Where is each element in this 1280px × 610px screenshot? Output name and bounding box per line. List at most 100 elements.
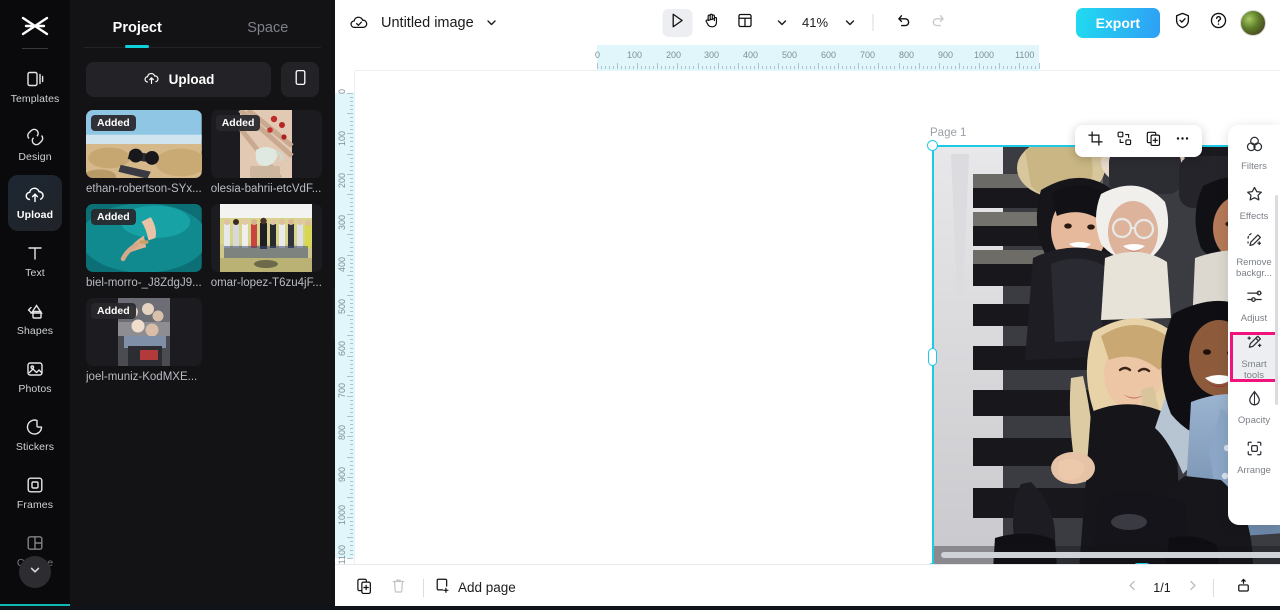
right-tool-remove-background[interactable]: Remove backgr... xyxy=(1231,231,1277,279)
help-button[interactable] xyxy=(1204,9,1232,37)
vruler-tick xyxy=(350,468,353,470)
vruler-tick xyxy=(350,137,353,139)
right-tool-label: Smart tools xyxy=(1241,359,1267,381)
asset-item[interactable]: Added joel-muniz-KodMXE... xyxy=(86,298,202,383)
upload-button[interactable]: Upload xyxy=(86,62,271,97)
asset-item[interactable]: Added ethan-robertson-SYx... xyxy=(86,110,202,195)
more-options-button[interactable] xyxy=(1169,128,1195,154)
asset-thumbnail[interactable]: Added xyxy=(86,110,202,178)
avatar[interactable] xyxy=(1240,9,1266,36)
sidebar-item-design[interactable]: Design xyxy=(8,117,62,173)
right-tool-filters[interactable]: Filters xyxy=(1231,131,1277,177)
vruler-tick xyxy=(350,404,353,406)
asset-item[interactable]: omar-lopez-T6zu4jF... xyxy=(210,204,322,289)
asset-name: joel-muniz-KodMXE... xyxy=(86,371,198,383)
zoom-level-value[interactable]: 41% xyxy=(802,15,828,30)
mobile-upload-button[interactable] xyxy=(281,62,319,97)
hruler-tick xyxy=(986,66,988,69)
vruler-tick xyxy=(350,270,353,272)
canvas-horizontal-scrollbar[interactable] xyxy=(941,552,1280,558)
add-page-button[interactable]: Add page xyxy=(434,577,516,599)
hruler-tick xyxy=(601,66,603,69)
duplicate-page-button[interactable] xyxy=(351,575,377,601)
undo-button[interactable] xyxy=(889,9,919,37)
vruler-tick xyxy=(350,278,353,280)
sidebar-item-text[interactable]: Text xyxy=(8,233,62,289)
vruler-tick xyxy=(350,101,353,103)
vruler-tick xyxy=(350,185,353,187)
vruler-tick xyxy=(350,452,353,454)
horizontal-ruler[interactable]: 0 100 200 300 400 500 600 700 800 900 10… xyxy=(355,45,1280,71)
vruler-tick xyxy=(347,396,353,397)
hruler-tick xyxy=(926,66,928,69)
right-tool-adjust[interactable]: Adjust xyxy=(1231,283,1277,329)
vruler-tick xyxy=(347,497,353,498)
hruler-tick xyxy=(814,66,816,69)
asset-thumbnail[interactable]: Added xyxy=(210,110,322,178)
right-tool-effects[interactable]: Effects xyxy=(1231,181,1277,227)
right-tool-arrange[interactable]: Arrange xyxy=(1231,435,1277,481)
right-tools-scrollbar[interactable] xyxy=(1275,195,1278,405)
redo-button[interactable] xyxy=(923,9,953,37)
duplicate-button[interactable] xyxy=(1140,128,1166,154)
right-tool-smart-tools[interactable]: Smart tools xyxy=(1230,332,1278,382)
hruler-tick xyxy=(906,66,908,69)
tab-project[interactable]: Project xyxy=(72,20,203,44)
layout-tool[interactable] xyxy=(730,9,760,37)
asset-item[interactable]: Added olesia-bahrii-etcVdF... xyxy=(210,110,322,195)
hruler-tick xyxy=(962,66,964,69)
hruler-tick xyxy=(681,66,683,69)
cursor-select-tool[interactable] xyxy=(661,8,692,37)
sidebar-item-templates[interactable]: Templates xyxy=(8,59,62,115)
asset-thumbnail[interactable]: Added xyxy=(86,204,202,272)
chevron-down-icon[interactable] xyxy=(485,16,498,29)
hruler-tick xyxy=(810,66,812,69)
sidebar-item-shapes[interactable]: Shapes xyxy=(8,291,62,347)
crop-button[interactable] xyxy=(1082,128,1108,154)
toggle-panel-button[interactable] xyxy=(1230,575,1256,601)
hruler-tick xyxy=(802,66,804,69)
hand-pan-tool[interactable] xyxy=(696,9,726,37)
hruler-tick xyxy=(693,66,695,69)
hruler-label: 200 xyxy=(666,50,682,60)
asset-thumbnail[interactable] xyxy=(210,204,322,272)
vruler-tick xyxy=(350,157,353,159)
sidebar-item-stickers[interactable]: Stickers xyxy=(8,407,62,463)
hruler-tick xyxy=(994,66,996,69)
delete-page-button[interactable] xyxy=(385,575,411,601)
hruler-tick xyxy=(882,66,884,69)
right-tool-opacity[interactable]: Opacity xyxy=(1231,385,1277,431)
rail-expand-button[interactable] xyxy=(19,556,51,588)
zoom-chevron-down-icon[interactable] xyxy=(843,16,856,29)
hruler-tick xyxy=(709,66,711,69)
replace-media-button[interactable] xyxy=(1111,128,1137,154)
sidebar-item-upload[interactable]: Upload xyxy=(8,175,62,231)
vertical-ruler[interactable]: 0 100 200 300 400 500 600 700 800 900 10… xyxy=(335,71,355,564)
shield-check-button[interactable] xyxy=(1168,9,1196,37)
vruler-tick xyxy=(350,529,353,531)
capcut-logo-icon[interactable] xyxy=(15,10,55,42)
hruler-tick xyxy=(597,63,598,69)
asset-thumbnail[interactable]: Added xyxy=(86,298,202,366)
sidebar-item-frames[interactable]: Frames xyxy=(8,465,62,521)
asset-item[interactable]: Added biel-morro-_J8ZdgJ9... xyxy=(86,204,202,289)
resize-handle-left[interactable] xyxy=(928,348,937,366)
text-icon xyxy=(25,243,45,263)
chevron-right-icon xyxy=(1186,579,1199,597)
next-page-button[interactable] xyxy=(1181,577,1203,599)
export-button[interactable]: Export xyxy=(1075,7,1160,38)
sidebar-item-photos[interactable]: Photos xyxy=(8,349,62,405)
hruler-tick xyxy=(653,66,655,69)
hruler-tick xyxy=(910,66,912,69)
hruler-tick xyxy=(689,66,691,69)
duplicate-icon xyxy=(1146,131,1161,151)
panel-resize-grip[interactable] xyxy=(333,286,335,342)
hruler-tick xyxy=(1019,63,1021,69)
resize-handle-top-left[interactable] xyxy=(927,140,938,151)
canvas-area[interactable]: 0 100 200 300 400 500 600 700 800 900 10… xyxy=(335,45,1280,564)
vruler-tick xyxy=(350,351,353,353)
layout-chevron-down-icon[interactable] xyxy=(775,16,788,29)
document-title[interactable]: Untitled image xyxy=(381,15,474,31)
prev-page-button[interactable] xyxy=(1121,577,1143,599)
tab-space[interactable]: Space xyxy=(203,20,334,44)
